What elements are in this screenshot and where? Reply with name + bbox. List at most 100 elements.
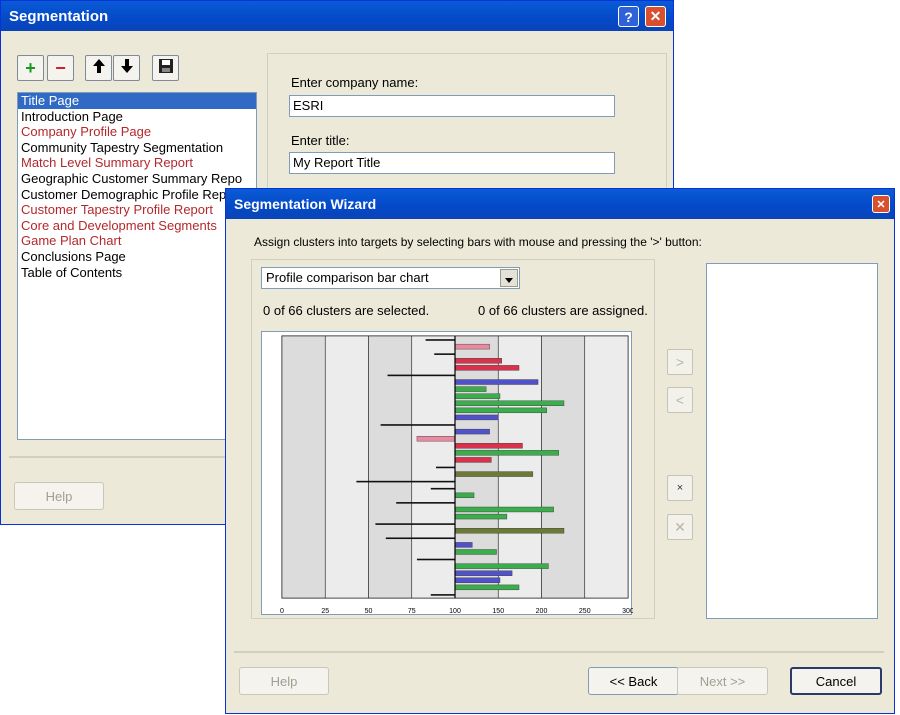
- grid-band: [541, 335, 586, 599]
- bar-9[interactable]: [454, 400, 565, 406]
- chevron-down-icon: [505, 271, 513, 286]
- floppy-disk-icon: [158, 58, 174, 79]
- save-button[interactable]: [152, 55, 179, 81]
- bar-4[interactable]: [454, 365, 520, 371]
- page-list-item[interactable]: Company Profile Page: [18, 124, 256, 140]
- bar-7[interactable]: [454, 386, 487, 392]
- x-tick-label: 300: [622, 608, 633, 615]
- bar-34[interactable]: [454, 577, 501, 583]
- small-clear-button[interactable]: ×: [667, 475, 693, 501]
- add-page-button[interactable]: +: [17, 55, 44, 81]
- page-list-item[interactable]: Introduction Page: [18, 109, 256, 125]
- close-title-button[interactable]: ✕: [645, 6, 666, 27]
- bar-5[interactable]: [387, 374, 455, 377]
- page-list-item[interactable]: Core and Development Segments: [18, 218, 256, 234]
- bar-25[interactable]: [454, 513, 508, 520]
- plus-icon: +: [25, 57, 36, 78]
- targets-list[interactable]: [706, 263, 878, 619]
- bar-17[interactable]: [454, 457, 492, 463]
- bar-28[interactable]: [385, 537, 455, 540]
- bar-20[interactable]: [356, 480, 455, 483]
- bar-24[interactable]: [454, 506, 554, 513]
- move-up-button[interactable]: [85, 55, 112, 81]
- x-tick-label: 25: [321, 608, 329, 615]
- bar-12[interactable]: [380, 424, 455, 426]
- back-button[interactable]: << Back: [588, 667, 679, 695]
- wizard-titlebar: Segmentation Wizard ✕: [226, 189, 894, 219]
- move-down-button[interactable]: [113, 55, 140, 81]
- grid-band: [324, 335, 369, 599]
- bar-27[interactable]: [454, 528, 565, 534]
- instruction-text: Assign clusters into targets by selectin…: [254, 235, 702, 249]
- profile-bar-chart-svg[interactable]: 0 25 50 75 100 150 200 250 300: [262, 332, 634, 616]
- assign-button[interactable]: >: [667, 349, 693, 375]
- bar-29[interactable]: [454, 542, 473, 548]
- grid-band: [584, 335, 629, 599]
- grid-band: [454, 335, 499, 599]
- bar-32[interactable]: [454, 563, 549, 569]
- bar-18[interactable]: [435, 466, 455, 469]
- page-list-item[interactable]: Community Tapestry Segmentation: [18, 140, 256, 156]
- page-list-item[interactable]: Customer Demographic Profile Rep: [18, 187, 256, 203]
- title-input[interactable]: My Report Title: [289, 152, 615, 174]
- assigned-status: 0 of 66 clusters are assigned.: [478, 303, 648, 318]
- bar-31[interactable]: [416, 558, 455, 561]
- grid-band: [281, 335, 326, 599]
- bar-13[interactable]: [454, 428, 490, 435]
- company-name-label: Enter company name:: [291, 75, 419, 90]
- chart-type-dropdown[interactable]: Profile comparison bar chart: [261, 267, 520, 289]
- dropdown-arrow-button[interactable]: [500, 269, 518, 287]
- bar-33[interactable]: [454, 570, 513, 576]
- chart-type-value: Profile comparison bar chart: [266, 270, 429, 285]
- bar-16[interactable]: [454, 450, 560, 456]
- minus-icon: −: [55, 57, 66, 78]
- segmentation-title: Segmentation: [9, 7, 109, 25]
- bar-11[interactable]: [454, 414, 499, 421]
- wizard-title: Segmentation Wizard: [234, 196, 377, 212]
- x-tick-label: 200: [536, 608, 548, 615]
- unassign-button[interactable]: <: [667, 387, 693, 413]
- wizard-window: Segmentation Wizard ✕ Assign clusters in…: [225, 188, 895, 714]
- bar-1[interactable]: [454, 343, 490, 350]
- bar-21[interactable]: [430, 487, 455, 490]
- wizard-close-button[interactable]: ✕: [872, 195, 890, 213]
- clear-button[interactable]: ✕: [667, 514, 693, 540]
- help-button[interactable]: Help: [14, 482, 104, 510]
- page-list-item[interactable]: Geographic Customer Summary Repo: [18, 171, 256, 187]
- bar-14[interactable]: [416, 435, 456, 442]
- bar-6[interactable]: [454, 379, 539, 385]
- bar-36[interactable]: [430, 594, 455, 596]
- bar-23[interactable]: [396, 502, 455, 504]
- company-name-input[interactable]: ESRI: [289, 95, 615, 117]
- page-list-item[interactable]: Title Page: [18, 93, 256, 109]
- page-list-item[interactable]: Conclusions Page: [18, 249, 256, 265]
- bar-30[interactable]: [454, 549, 497, 555]
- x-tick-label: 50: [365, 608, 373, 615]
- page-list-item[interactable]: Match Level Summary Report: [18, 155, 256, 171]
- bar-10[interactable]: [454, 407, 547, 414]
- page-list-item[interactable]: Customer Tapestry Profile Report: [18, 202, 256, 218]
- profile-bar-chart[interactable]: 0 25 50 75 100 150 200 250 300: [261, 331, 634, 616]
- bar-8[interactable]: [454, 393, 501, 399]
- bar-35[interactable]: [454, 584, 520, 591]
- bar-15[interactable]: [454, 443, 523, 449]
- x-tick-label: 250: [579, 608, 591, 615]
- wizard-help-button[interactable]: Help: [239, 667, 329, 695]
- page-list-item[interactable]: Game Plan Chart: [18, 233, 256, 249]
- bar-26[interactable]: [375, 523, 455, 525]
- bar-3[interactable]: [454, 358, 502, 364]
- bar-2[interactable]: [434, 353, 455, 355]
- help-title-button[interactable]: ?: [618, 6, 639, 27]
- remove-page-button[interactable]: −: [47, 55, 74, 81]
- arrow-down-icon: [120, 58, 134, 79]
- bar-0[interactable]: [425, 339, 455, 341]
- cancel-button[interactable]: Cancel: [790, 667, 882, 695]
- report-pages-list[interactable]: Title Page Introduction Page Company Profi…: [17, 92, 257, 440]
- bar-22[interactable]: [454, 492, 475, 499]
- x-tick-label: 75: [408, 608, 416, 615]
- segmentation-titlebar: Segmentation ? ✕: [1, 1, 673, 31]
- next-button[interactable]: Next >>: [677, 667, 768, 695]
- bar-19[interactable]: [454, 471, 534, 477]
- page-list-item[interactable]: Table of Contents: [18, 265, 256, 281]
- wizard-divider: [234, 651, 884, 653]
